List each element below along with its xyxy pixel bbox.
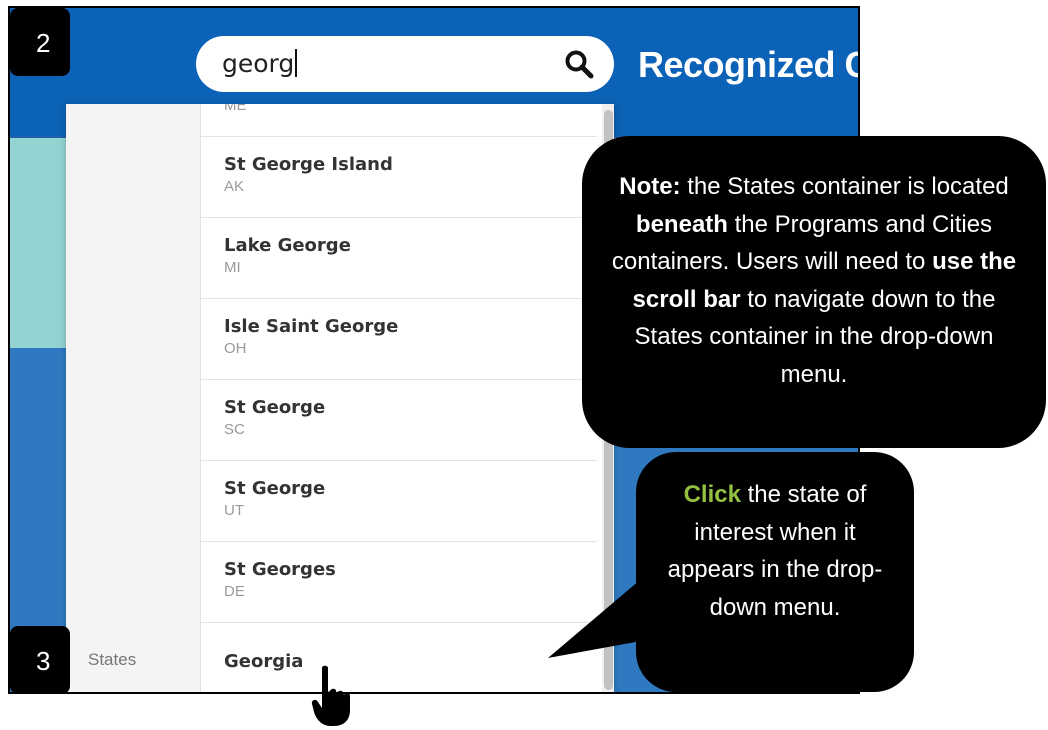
search-dropdown: States ME St George Island AK Lake Georg… [66,104,614,692]
category-label-states: States [88,650,137,669]
list-item-state: OH [224,340,247,357]
list-item-state: SC [224,421,245,438]
list-item-name: St George [224,397,326,418]
click-instruction-callout: Click the state of interest when it appe… [636,452,914,692]
note-lead: Note: [619,173,681,200]
callout-pointer [548,580,646,658]
click-lead: Click [683,481,741,508]
list-item-name: St Georges [224,559,336,580]
search-icon[interactable] [564,49,594,79]
list-item[interactable]: ME [201,104,597,137]
search-input[interactable]: georg [196,36,614,92]
step-badge-2: 2 [10,8,70,76]
list-item[interactable]: St George Island AK [201,137,597,218]
note-emphasis-beneath: beneath [635,210,728,238]
list-item-name: Georgia [224,651,304,672]
category-column: States [66,104,201,692]
list-item[interactable]: Isle Saint George OH [201,299,597,380]
list-item-georgia[interactable]: Georgia [201,623,597,692]
list-item-name: Isle Saint George [224,316,399,337]
list-item[interactable]: St George UT [201,461,597,542]
list-item[interactable]: Lake George MI [201,218,597,299]
list-item-state: MI [224,259,241,276]
list-item-state: UT [224,502,244,519]
page-title: Recognized C [638,44,860,85]
list-item-state: ME [224,104,247,114]
list-item[interactable]: St George SC [201,380,597,461]
list-item-name: Lake George [224,235,351,256]
list-item-state: DE [224,583,245,600]
list-item-name: St George Island [224,154,393,175]
list-item-name: St George [224,478,326,499]
note-callout: Note: the States container is located be… [582,136,1046,448]
note-text-1: the States container is located [680,173,1009,200]
text-caret [295,49,298,77]
step-badge-3: 3 [10,626,70,694]
hand-pointer-icon [311,665,350,726]
list-item-state: AK [224,178,245,195]
search-input-value: georg [222,49,295,78]
list-item[interactable]: St Georges DE [201,542,597,623]
